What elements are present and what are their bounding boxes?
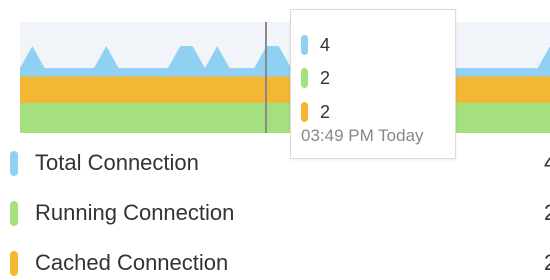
legend-value-total: 4 xyxy=(544,150,550,176)
tooltip-running-value: 2 xyxy=(320,67,331,88)
legend-item-running[interactable]: Running Connection 2 xyxy=(10,196,550,230)
tooltip-row-running: 2 xyxy=(301,65,330,91)
tooltip-timestamp: 03:49 PM Today xyxy=(301,126,424,145)
cached-legend-swatch xyxy=(10,250,18,276)
connections-area-chart[interactable] xyxy=(0,0,550,140)
running-connection-area xyxy=(20,102,550,133)
legend-value-running: 2 xyxy=(544,200,550,226)
legend-value-cached: 2 xyxy=(544,250,550,276)
legend-item-cached[interactable]: Cached Connection 2 xyxy=(10,246,550,280)
connections-chart[interactable] xyxy=(0,0,550,140)
legend-label-total: Total Connection xyxy=(35,150,199,175)
legend-label-running: Running Connection xyxy=(35,200,235,225)
total-legend-swatch xyxy=(10,150,18,176)
legend-item-total[interactable]: Total Connection 4 xyxy=(10,146,550,180)
tooltip-row-cached: 2 xyxy=(301,99,330,125)
tooltip-total-value: 4 xyxy=(320,34,331,55)
tooltip-cached-value: 2 xyxy=(320,101,331,122)
legend-label-cached: Cached Connection xyxy=(35,250,229,275)
chart-tooltip: 4 2 2 03:49 PM Today xyxy=(290,9,456,159)
total-series-swatch xyxy=(301,35,308,55)
tooltip-row-total: 4 xyxy=(301,32,330,58)
running-series-swatch xyxy=(301,68,308,88)
cached-series-swatch xyxy=(301,102,308,122)
running-legend-swatch xyxy=(10,200,18,226)
